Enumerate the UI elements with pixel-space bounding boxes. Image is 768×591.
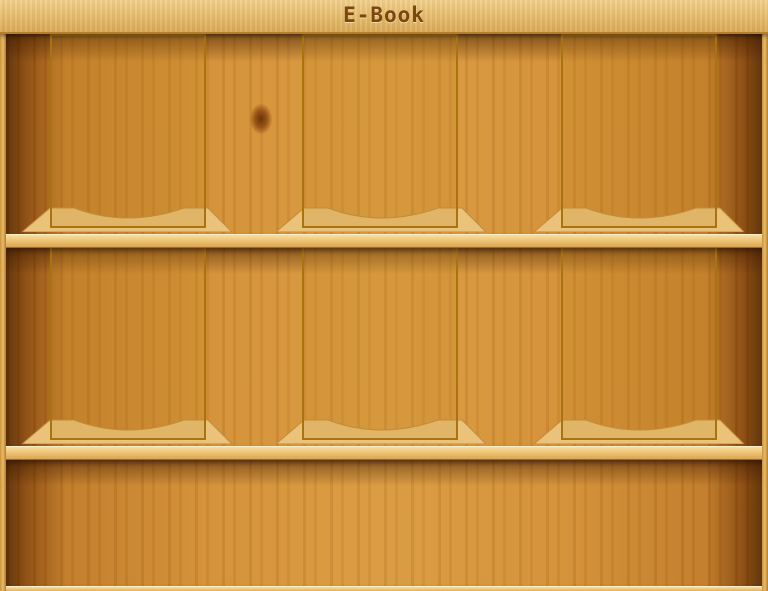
shelf-board-1: [0, 234, 768, 248]
left-frame-post: [0, 32, 6, 591]
bookshelf-app: E-Book: [0, 0, 768, 591]
header-bar: E-Book: [0, 0, 768, 34]
book-slot[interactable]: [302, 246, 458, 440]
shelf-board-2: [0, 446, 768, 460]
shelf-board-bottom: [0, 586, 768, 591]
book-slot[interactable]: [561, 246, 717, 440]
right-frame-post: [762, 32, 768, 591]
shelf-back-wall-3: [6, 458, 762, 586]
wood-knot: [250, 104, 272, 134]
book-slot[interactable]: [50, 246, 206, 440]
app-title: E-Book: [343, 3, 425, 27]
book-slot[interactable]: [50, 34, 206, 228]
book-slot[interactable]: [302, 34, 458, 228]
book-slot[interactable]: [561, 34, 717, 228]
